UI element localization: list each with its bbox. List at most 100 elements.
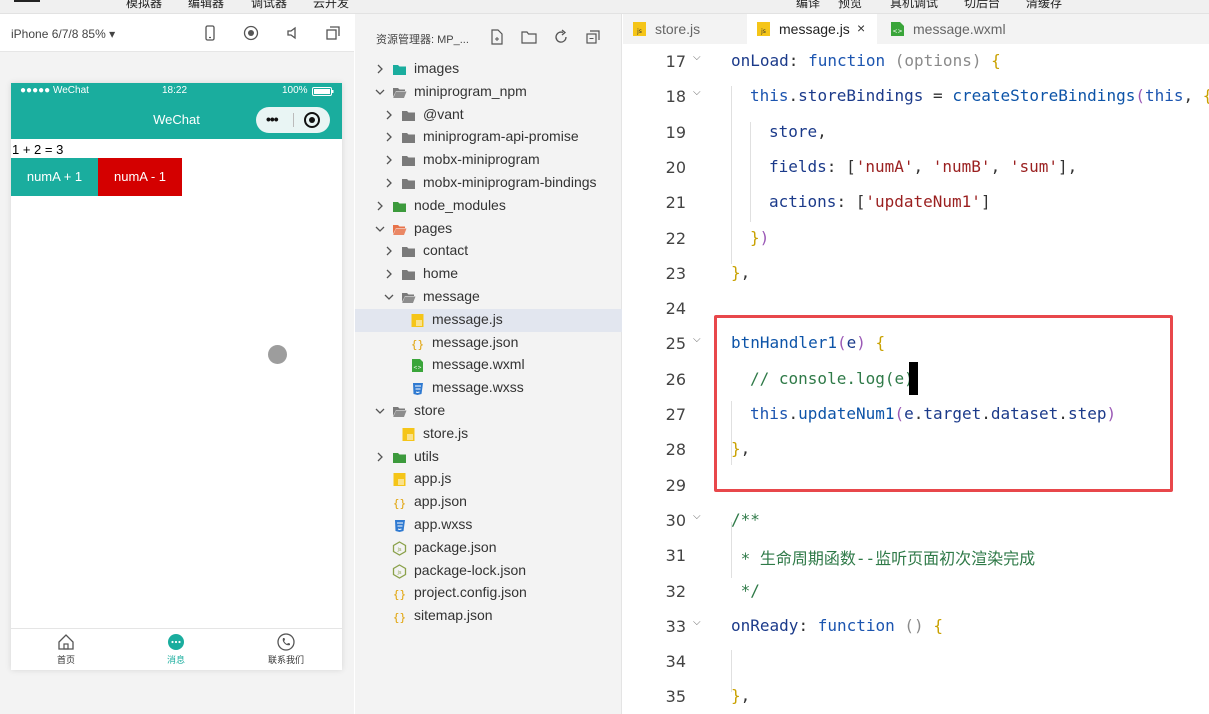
code-token: [ xyxy=(855,192,866,212)
tree-folder[interactable]: @vant xyxy=(355,104,622,127)
tree-folder[interactable]: utils xyxy=(355,446,622,469)
chevron-right-icon[interactable] xyxy=(375,452,385,462)
fold-chevron-icon[interactable]: ⌵ xyxy=(693,617,701,628)
tab-label: store.js xyxy=(655,21,701,37)
tree-file[interactable]: {} project.config.json xyxy=(355,582,622,605)
tab-message-wxml[interactable]: <> message.wxml xyxy=(881,14,1033,44)
tab-store-js[interactable]: js store.js xyxy=(623,14,745,44)
tree-file[interactable]: <> message.wxml xyxy=(355,354,622,377)
tree-item-label: mobx-miniprogram xyxy=(423,151,540,168)
carrier-label: ●●●●● WeChat xyxy=(20,85,89,96)
folder-open-icon xyxy=(393,224,407,235)
menu-simulator[interactable]: 模拟器 xyxy=(126,0,162,10)
wxml-file-icon: <> xyxy=(412,359,423,373)
menu-cloud[interactable]: 云开发 xyxy=(313,0,349,10)
popout-icon[interactable] xyxy=(324,24,342,42)
tree-file[interactable]: message.js xyxy=(355,308,622,332)
tab-message-js[interactable]: js message.js × xyxy=(747,14,877,44)
tree-folder[interactable]: images xyxy=(355,58,622,81)
more-icon[interactable]: ••• xyxy=(266,111,279,127)
chevron-down-icon[interactable] xyxy=(375,87,385,97)
tree-folder[interactable]: miniprogram_npm xyxy=(355,81,622,104)
menu-compile[interactable]: 编译 xyxy=(796,0,820,10)
menu-debugger[interactable]: 调试器 xyxy=(251,0,287,10)
close-miniprogram-icon[interactable] xyxy=(304,112,320,128)
code-token: , xyxy=(1183,86,1203,106)
chevron-right-icon[interactable] xyxy=(375,64,385,74)
tree-file[interactable]: message.wxss xyxy=(355,377,622,400)
collapse-all-icon[interactable] xyxy=(585,29,601,45)
tree-item-label: package-lock.json xyxy=(414,561,527,578)
menu-background[interactable]: 切后台 xyxy=(964,0,1000,10)
tree-file[interactable]: {} sitemap.json xyxy=(355,605,622,628)
tree-file[interactable]: js package.json xyxy=(355,537,622,560)
tab-contact[interactable]: 联系我们 xyxy=(256,632,316,666)
code-token: } xyxy=(731,686,741,706)
device-select[interactable]: iPhone 6/7/8 85% ▾ xyxy=(11,27,115,41)
svg-text:js: js xyxy=(636,28,642,35)
phone-rotate-icon[interactable] xyxy=(201,24,219,42)
tree-folder[interactable]: message xyxy=(355,286,622,309)
fold-chevron-icon[interactable]: ⌵ xyxy=(693,334,701,345)
code-token: 'numB' xyxy=(932,156,991,176)
refresh-icon[interactable] xyxy=(553,29,569,45)
new-folder-icon[interactable] xyxy=(521,29,537,45)
record-icon[interactable] xyxy=(242,24,260,42)
tree-file[interactable]: app.wxss xyxy=(355,514,622,537)
svg-text:js: js xyxy=(397,570,402,576)
chevron-right-icon[interactable] xyxy=(384,269,394,279)
volume-icon[interactable] xyxy=(284,24,302,42)
chevron-right-icon[interactable] xyxy=(384,178,394,188)
chevron-down-icon[interactable] xyxy=(375,406,385,416)
line-number: 34 xyxy=(665,652,686,672)
tree-item-label: app.wxss xyxy=(414,516,473,532)
tree-file[interactable]: app.js xyxy=(355,468,622,491)
tab-messages[interactable]: 消息 xyxy=(146,632,206,666)
tree-file[interactable]: {} app.json xyxy=(355,491,622,514)
tree-folder[interactable]: store xyxy=(355,400,622,423)
menu-preview[interactable]: 预览 xyxy=(838,0,862,10)
menu-clear-cache[interactable]: 清缓存 xyxy=(1026,0,1062,10)
tree-folder[interactable]: mobx-miniprogram xyxy=(355,149,622,172)
tab-home[interactable]: 首页 xyxy=(36,632,96,666)
package-file-icon: js xyxy=(392,541,407,556)
home-icon xyxy=(58,634,74,650)
decrement-button[interactable]: numA - 1 xyxy=(98,158,182,196)
close-tab-icon[interactable]: × xyxy=(857,20,865,36)
fold-chevron-icon[interactable]: ⌵ xyxy=(693,52,701,63)
json-file-icon: {} xyxy=(411,338,424,351)
chevron-right-icon[interactable] xyxy=(375,201,385,211)
code-token: function xyxy=(808,51,886,70)
tree-folder[interactable]: home xyxy=(355,263,622,286)
tree-file[interactable]: js package-lock.json xyxy=(355,560,622,583)
tree-folder[interactable]: mobx-miniprogram-bindings xyxy=(355,172,622,195)
chevron-right-icon[interactable] xyxy=(384,132,394,142)
message-icon xyxy=(168,634,184,650)
code-token: /** xyxy=(731,509,760,529)
tree-folder[interactable]: contact xyxy=(355,240,622,263)
folder-icon xyxy=(402,247,415,258)
new-file-icon[interactable] xyxy=(489,29,505,45)
menu-editor[interactable]: 编辑器 xyxy=(188,0,224,10)
chevron-right-icon[interactable] xyxy=(384,155,394,165)
increment-button[interactable]: numA + 1 xyxy=(11,158,98,196)
code-token: { xyxy=(933,615,943,635)
tab-label: message.js xyxy=(779,21,850,37)
fold-chevron-icon[interactable]: ⌵ xyxy=(693,87,701,98)
chevron-right-icon[interactable] xyxy=(384,246,394,256)
code-token: storeBindings xyxy=(798,86,924,106)
chevron-down-icon[interactable] xyxy=(384,292,394,302)
tree-folder[interactable]: miniprogram-api-promise xyxy=(355,126,622,149)
tree-folder[interactable]: pages xyxy=(355,218,622,241)
chevron-down-icon[interactable] xyxy=(375,224,385,234)
tab-messages-label: 消息 xyxy=(166,655,185,665)
menu-real-debug[interactable]: 真机调试 xyxy=(890,0,938,10)
code-token: } xyxy=(731,262,741,282)
chevron-right-icon[interactable] xyxy=(384,110,394,120)
fold-chevron-icon[interactable]: ⌵ xyxy=(693,511,701,522)
tree-file[interactable]: store.js xyxy=(355,423,622,446)
tree-file[interactable]: {} message.json xyxy=(355,332,622,355)
capsule-menu[interactable]: ••• xyxy=(256,107,330,133)
tree-folder[interactable]: node_modules xyxy=(355,195,622,218)
